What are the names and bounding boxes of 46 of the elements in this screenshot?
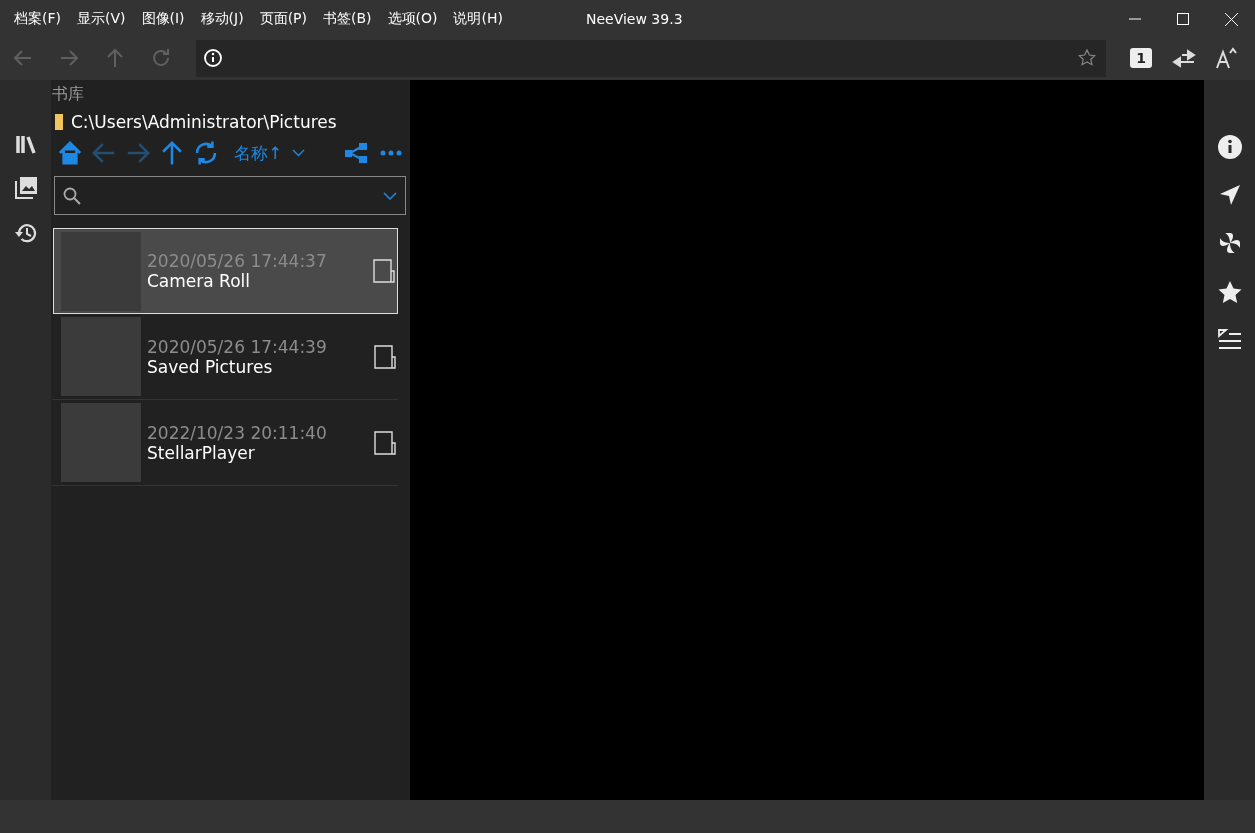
info-icon[interactable] [1216, 134, 1243, 160]
page-mode-button[interactable]: 1 [1130, 48, 1152, 68]
star-icon[interactable] [1078, 49, 1096, 67]
menu-item[interactable]: 说明(H) [445, 10, 511, 28]
item-name: Saved Pictures [147, 356, 274, 377]
page-icon [373, 259, 395, 283]
menu-item[interactable]: 书签(B) [315, 10, 380, 28]
page-icon [374, 430, 396, 455]
bookshelf-icon[interactable] [14, 134, 37, 154]
info-icon [204, 49, 222, 67]
menu-item[interactable]: 页面(P) [251, 10, 315, 28]
more-icon[interactable] [380, 150, 402, 156]
swap-arrows-icon[interactable] [1172, 48, 1196, 68]
home-icon[interactable] [56, 139, 84, 167]
close-icon [1224, 12, 1238, 26]
item-name: StellarPlayer [147, 442, 256, 463]
panel-title: 书库 [52, 84, 85, 105]
share-icon[interactable] [344, 142, 368, 164]
menu-item[interactable]: 显示(V) [69, 10, 134, 28]
item-date: 2020/05/26 17:44:37 [147, 251, 328, 271]
menu-item[interactable]: 移动(J) [192, 10, 252, 28]
menu-item[interactable]: 档案(F) [6, 10, 69, 28]
folder-list-item[interactable]: 2020/05/26 17:44:39 Saved Pictures [52, 314, 398, 400]
item-date: 2022/10/23 20:11:40 [147, 422, 328, 443]
item-name: Camera Roll [147, 271, 251, 291]
chevron-down-icon [292, 149, 306, 157]
window-title: NeeView 39.3 [586, 11, 684, 27]
page-icon [374, 344, 396, 369]
search-field[interactable] [54, 176, 406, 215]
pictures-icon[interactable] [13, 176, 38, 200]
sort-dropdown[interactable]: 名称↑ [234, 141, 306, 165]
menu-item[interactable]: 选项(O) [379, 10, 446, 28]
chevron-down-icon[interactable] [383, 191, 397, 200]
folder-path: C:\Users\Administrator\Pictures [71, 112, 337, 132]
list-icon[interactable] [1217, 328, 1242, 350]
folder-list-item[interactable]: 2022/10/23 20:11:40 StellarPlayer [52, 400, 398, 486]
folder-list-item[interactable]: 2020/05/26 17:44:37 Camera Roll [53, 228, 398, 314]
menu-item[interactable]: 图像(I) [133, 10, 193, 28]
item-date: 2020/05/26 17:44:39 [147, 336, 328, 357]
search-icon [63, 186, 81, 205]
font-size-icon[interactable] [1216, 47, 1238, 69]
star-icon[interactable] [1216, 280, 1243, 304]
history-icon[interactable] [13, 222, 38, 244]
folder-icon [55, 114, 63, 130]
navigation-arrow-icon[interactable] [1218, 184, 1241, 206]
maximize-icon [1177, 13, 1189, 25]
